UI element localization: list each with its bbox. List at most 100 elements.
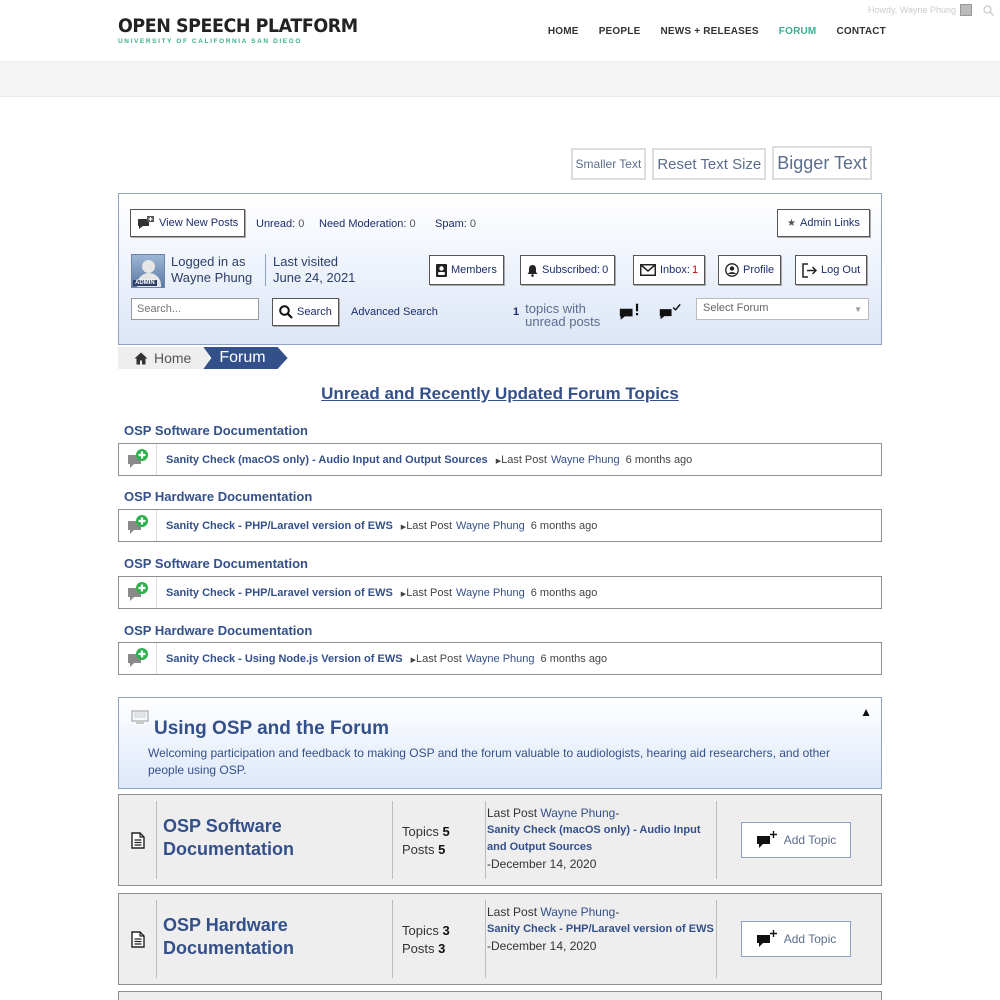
breadcrumb-home[interactable]: Home (118, 347, 210, 369)
add-topic-button[interactable]: Add Topic (741, 921, 851, 957)
last-post-topic-link[interactable]: Sanity Check (macOS only) - Audio Input … (487, 822, 717, 856)
topics-label: Topics (402, 824, 439, 839)
admin-howdy[interactable]: Howdy, Wayne Phung (868, 4, 972, 16)
topic-title-link[interactable]: Sanity Check - PHP/Laravel version of EW… (166, 520, 393, 532)
breadcrumb-home-label: Home (154, 350, 192, 366)
last-post-time: 6 months ago (530, 519, 598, 532)
add-topic-icon (756, 831, 777, 848)
members-button[interactable]: Members (429, 255, 504, 285)
nav-forum[interactable]: FORUM (779, 26, 817, 37)
advanced-search-link[interactable]: Advanced Search (351, 306, 438, 318)
unread-bubble-icon[interactable] (619, 302, 641, 324)
last-post-date: -December 14, 2020 (487, 939, 597, 953)
topic-category[interactable]: OSP Hardware Documentation (124, 623, 312, 638)
bigger-text-button[interactable]: Bigger Text (772, 146, 872, 180)
view-new-posts-button[interactable]: View New Posts (130, 209, 246, 237)
new-topic-icon (119, 510, 157, 541)
forum-title-link[interactable]: OSP Hardware Documentation (163, 914, 391, 960)
search-icon[interactable] (983, 5, 994, 16)
search-button-label: Search (297, 306, 332, 318)
new-posts-icon (138, 216, 154, 229)
topic-category[interactable]: OSP Software Documentation (124, 556, 308, 571)
members-icon (436, 263, 447, 277)
last-post-user[interactable]: Wayne Phung (456, 520, 525, 532)
forum-group-header: Using OSP and the Forum Welcoming partic… (118, 697, 882, 789)
nav-contact[interactable]: CONTACT (836, 26, 886, 37)
breadcrumb: Home Forum (118, 347, 288, 369)
last-post-text: Last Post (501, 453, 547, 466)
forum-group-title[interactable]: Using OSP and the Forum (154, 718, 389, 740)
avatar-badge: ADMIN (133, 280, 157, 286)
last-post-text: Last Post (415, 652, 462, 665)
chevron-down-icon: ▼ (854, 305, 862, 314)
last-post-user[interactable]: Wayne Phung (540, 806, 615, 820)
last-post-user[interactable]: Wayne Phung (466, 653, 535, 665)
subscribed-button[interactable]: Subscribed: 0 (520, 255, 616, 285)
forum-search-input[interactable] (131, 298, 259, 320)
avatar[interactable]: ADMIN (131, 254, 165, 288)
last-post-user[interactable]: Wayne Phung (540, 905, 615, 919)
forum-stats: Topics 5 Posts 5 (392, 801, 486, 879)
unread-topic-row: Sanity Check - PHP/Laravel version of EW… (118, 509, 882, 542)
logo-main-text: OPEN SPEECH PLATFORM (118, 15, 358, 37)
star-icon: ★ (787, 217, 797, 229)
site-logo[interactable]: OPEN SPEECH PLATFORM UNIVERSITY OF CALIF… (118, 16, 379, 45)
unread-count: 0 (298, 218, 305, 230)
last-post-time: 6 months ago (625, 453, 693, 466)
nav-home[interactable]: HOME (548, 26, 579, 37)
topic-category[interactable]: OSP Hardware Documentation (124, 489, 312, 504)
topic-title-link[interactable]: Sanity Check (macOS only) - Audio Input … (166, 454, 488, 466)
reset-text-size-button[interactable]: Reset Text Size (652, 148, 767, 180)
add-topic-label: Add Topic (783, 833, 837, 847)
breadcrumb-forum[interactable]: Forum (203, 347, 287, 369)
select-forum-value: Select Forum (703, 302, 769, 314)
collapse-arrow-icon[interactable]: ▲ (860, 705, 872, 719)
logged-in-user[interactable]: Wayne Phung (171, 270, 252, 286)
envelope-icon (640, 264, 656, 276)
logged-in-label: Logged in as (171, 254, 246, 269)
new-topic-icon (119, 444, 157, 475)
title-band (0, 62, 1000, 97)
last-post-text: Last Post (406, 586, 453, 599)
forum-title-link[interactable]: OSP Software Documentation (163, 815, 391, 861)
select-forum-dropdown[interactable]: Select Forum ▼ (696, 298, 869, 320)
logout-icon (802, 262, 817, 278)
admin-links-button[interactable]: ★ Admin Links (777, 209, 870, 237)
last-post-label: Last Post (487, 806, 538, 820)
unread-topics-summary: 1 topics with unread posts (513, 302, 600, 328)
magnifier-icon (279, 305, 293, 319)
last-post-user[interactable]: Wayne Phung (456, 587, 525, 599)
spam-label: Spam: (435, 218, 467, 230)
last-post-user[interactable]: Wayne Phung (551, 454, 620, 466)
mark-read-bubble-icon[interactable] (659, 302, 681, 324)
unread-label: Unread: (256, 218, 296, 230)
topic-title-link[interactable]: Sanity Check - PHP/Laravel version of EW… (166, 587, 393, 599)
search-button[interactable]: Search (272, 298, 339, 326)
topics-count: 5 (442, 824, 450, 839)
topic-category[interactable]: OSP Software Documentation (124, 423, 308, 438)
profile-button[interactable]: Profile (718, 255, 782, 285)
add-topic-button[interactable]: Add Topic (741, 822, 851, 858)
document-icon (119, 900, 157, 978)
home-icon (134, 352, 148, 364)
logout-button[interactable]: Log Out (795, 255, 868, 285)
inbox-button[interactable]: Inbox: 1 (633, 255, 706, 285)
moderation-count: 0 (409, 218, 416, 230)
topic-title-link[interactable]: Sanity Check - Using Node.js Version of … (166, 653, 403, 665)
unread-topics-count: 1 (513, 306, 520, 318)
posts-count: 3 (438, 941, 446, 956)
unread-topics-line2: unread posts (525, 314, 601, 329)
last-post-time: 6 months ago (530, 586, 598, 599)
forum-last-post: Last Post Wayne Phung- Sanity Check - PH… (487, 904, 717, 955)
unread-topic-row: Sanity Check - Using Node.js Version of … (118, 642, 882, 675)
topics-count: 3 (442, 923, 450, 938)
nav-news-releases[interactable]: NEWS + RELEASES (660, 26, 758, 37)
howdy-avatar-icon (960, 4, 972, 16)
last-post-topic-link[interactable]: Sanity Check - PHP/Laravel version of EW… (487, 921, 717, 938)
unread-topic-row: Sanity Check - PHP/Laravel version of EW… (118, 576, 882, 609)
profile-icon (725, 263, 739, 277)
smaller-text-button[interactable]: Smaller Text (570, 148, 647, 180)
nav-people[interactable]: PEOPLE (599, 26, 641, 37)
site-header: OPEN SPEECH PLATFORM UNIVERSITY OF CALIF… (0, 0, 1000, 62)
last-post-dash: - (615, 905, 620, 919)
